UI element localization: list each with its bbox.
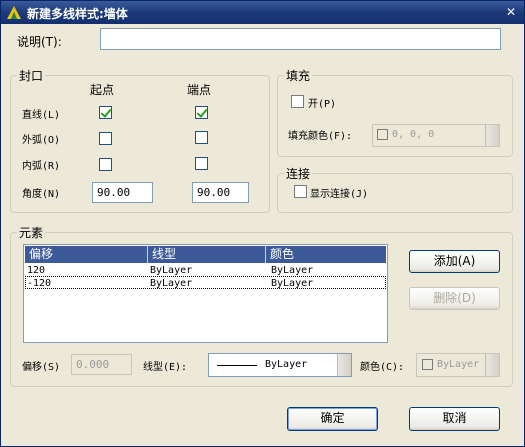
show-joints-checkbox[interactable]: [294, 185, 307, 198]
close-icon[interactable]: ✕: [503, 5, 519, 19]
linetype-label: 线型(E):: [143, 362, 188, 373]
linetype-combo[interactable]: ByLayer: [208, 353, 352, 377]
cap-outer-arc-start-checkbox[interactable]: [99, 132, 112, 145]
cap-outer-arc-label: 外弧(O): [22, 135, 61, 146]
ok-button[interactable]: 确定: [287, 407, 378, 431]
linetype-sample-line: [217, 365, 257, 366]
fill-on-label: 开(P): [308, 99, 337, 110]
element-color: ByLayer: [271, 278, 314, 289]
multiline-style-dialog: 新建多线样式:墙体 ✕ 说明(T): 封口 起点 端点 直线(L) 外弧(O) …: [0, 0, 525, 447]
cap-outer-arc-end-checkbox[interactable]: [195, 131, 208, 144]
chevron-down-icon: [485, 125, 499, 146]
caps-end-header: 端点: [187, 83, 212, 97]
element-linetype: ByLayer: [150, 278, 193, 289]
window-title: 新建多线样式:墙体: [27, 7, 128, 21]
chevron-down-icon: [485, 354, 499, 376]
description-input[interactable]: [100, 28, 501, 50]
show-joints-label: 显示连接(J): [310, 189, 369, 200]
cap-inner-arc-end-checkbox[interactable]: [195, 157, 208, 170]
offset-label: 偏移(S): [22, 362, 61, 373]
title-bar[interactable]: 新建多线样式:墙体 ✕: [1, 1, 524, 24]
caps-group-title: 封口: [17, 67, 46, 84]
join-group-title: 连接: [284, 165, 313, 182]
elements-list-header: 偏移 线型 颜色: [25, 246, 386, 263]
element-offset: -120: [27, 278, 52, 289]
cancel-button[interactable]: 取消: [409, 407, 500, 431]
app-icon: [7, 6, 21, 19]
cap-angle-start-input[interactable]: 90.00: [92, 182, 153, 203]
fill-color-combo: 0, 0, 0: [372, 124, 500, 147]
cap-line-start-checkbox[interactable]: [99, 106, 112, 119]
description-label: 说明(T):: [17, 35, 62, 49]
fill-group-title: 填充: [284, 67, 313, 84]
cap-line-end-checkbox[interactable]: [195, 106, 208, 119]
fill-color-label: 填充颜色(F):: [288, 131, 353, 142]
element-row[interactable]: -120 ByLayer ByLayer: [25, 276, 386, 289]
element-color-swatch: [422, 359, 433, 370]
fill-color-value: 0, 0, 0: [392, 129, 435, 140]
linetype-value: ByLayer: [265, 359, 308, 370]
cap-angle-label: 角度(N): [22, 189, 61, 200]
element-color-label: 颜色(C):: [360, 362, 405, 373]
fill-color-swatch: [377, 129, 388, 140]
column-header-color[interactable]: 颜色: [266, 246, 386, 263]
chevron-down-icon[interactable]: [337, 354, 351, 376]
cap-line-label: 直线(L): [22, 110, 61, 121]
cap-inner-arc-start-checkbox[interactable]: [99, 158, 112, 171]
element-color-value: ByLayer: [437, 359, 480, 370]
add-element-button[interactable]: 添加(A): [409, 250, 500, 273]
element-color-combo: ByLayer: [416, 353, 500, 377]
offset-input: 0.000: [71, 354, 132, 375]
elements-group-title: 元素: [17, 224, 46, 241]
column-header-offset[interactable]: 偏移: [25, 246, 148, 263]
cap-inner-arc-label: 内弧(R): [22, 161, 61, 172]
delete-element-button[interactable]: 删除(D): [409, 287, 500, 310]
elements-list[interactable]: 偏移 线型 颜色 120 ByLayer ByLayer -120 ByLaye…: [23, 244, 388, 343]
fill-on-checkbox[interactable]: [291, 95, 304, 108]
column-header-linetype[interactable]: 线型: [148, 246, 266, 263]
caps-start-header: 起点: [90, 83, 115, 97]
cap-angle-end-input[interactable]: 90.00: [192, 182, 249, 203]
